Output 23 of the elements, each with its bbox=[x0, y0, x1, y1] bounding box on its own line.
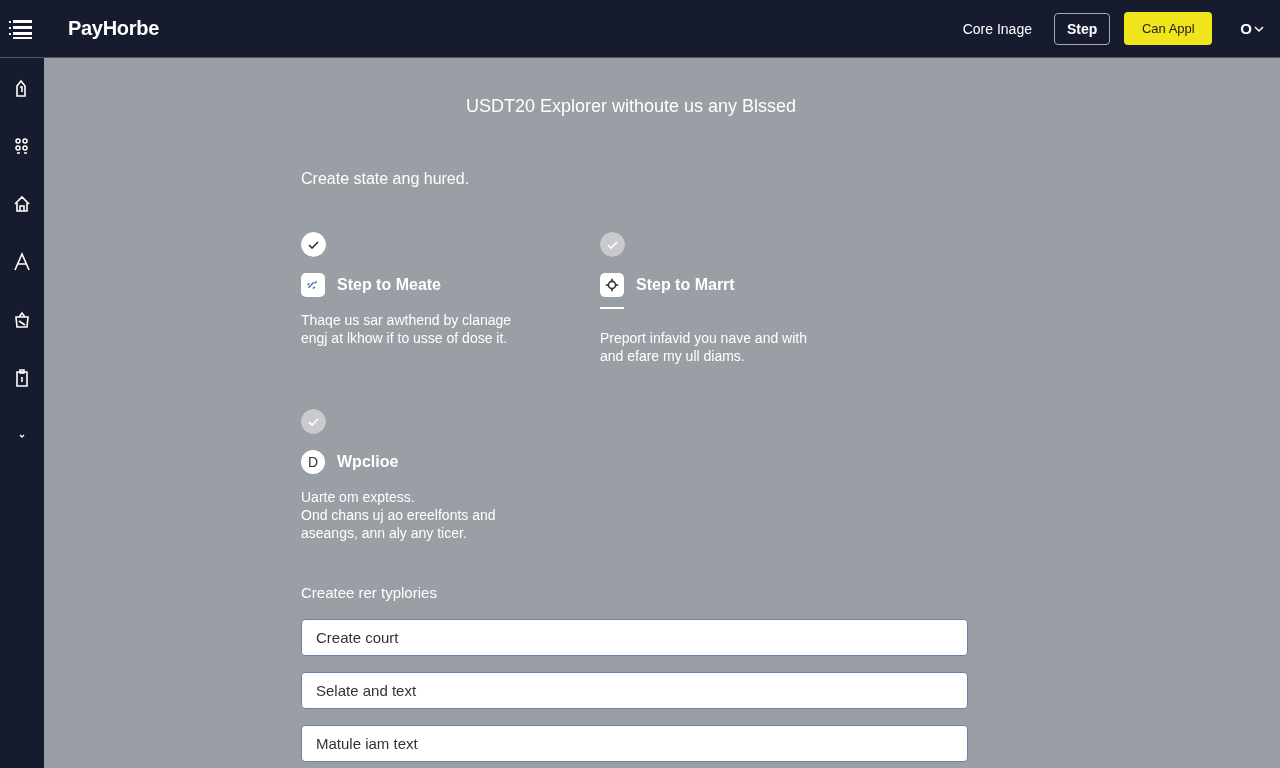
step-description: Thaqe us sar awthend by clanage engj at lkhow if to usse of dose it. bbox=[301, 311, 513, 347]
text-field[interactable]: Create court bbox=[301, 619, 968, 656]
bag-icon[interactable] bbox=[12, 310, 32, 330]
fields-label: Createe rer typlories bbox=[301, 584, 438, 601]
apply-button[interactable]: Can Appl bbox=[1124, 12, 1213, 45]
account-menu[interactable]: O bbox=[1234, 19, 1270, 38]
chevron-icon bbox=[1254, 24, 1264, 33]
text-field[interactable]: Matule iam text bbox=[301, 725, 968, 762]
section-heading: Create state ang hured. bbox=[301, 170, 471, 188]
brand-logo[interactable]: PayHorbe bbox=[68, 17, 159, 40]
step-badge: D bbox=[301, 450, 325, 474]
text-field[interactable]: Selate and text bbox=[301, 672, 968, 709]
page-title: USDT20 Explorer withoute us any Blssed bbox=[464, 96, 798, 117]
menu-icon[interactable] bbox=[8, 17, 34, 40]
step-title: Wpclioe bbox=[337, 453, 399, 471]
step-title: Step to Marrt bbox=[636, 276, 735, 294]
step-button[interactable]: Step bbox=[1054, 12, 1111, 45]
nav-link[interactable]: Core Inage bbox=[956, 19, 1038, 38]
step-title: Step to Meate bbox=[337, 276, 441, 294]
home-icon[interactable] bbox=[12, 194, 32, 214]
step-description: Preport infavid you nave and with and efare my ull diams. bbox=[600, 329, 808, 365]
letter-icon[interactable] bbox=[12, 252, 32, 272]
step-description: Uarte om exptess. Ond chans uj ao ereelfonts and aseangs, ann aly any ticer. bbox=[301, 488, 497, 542]
